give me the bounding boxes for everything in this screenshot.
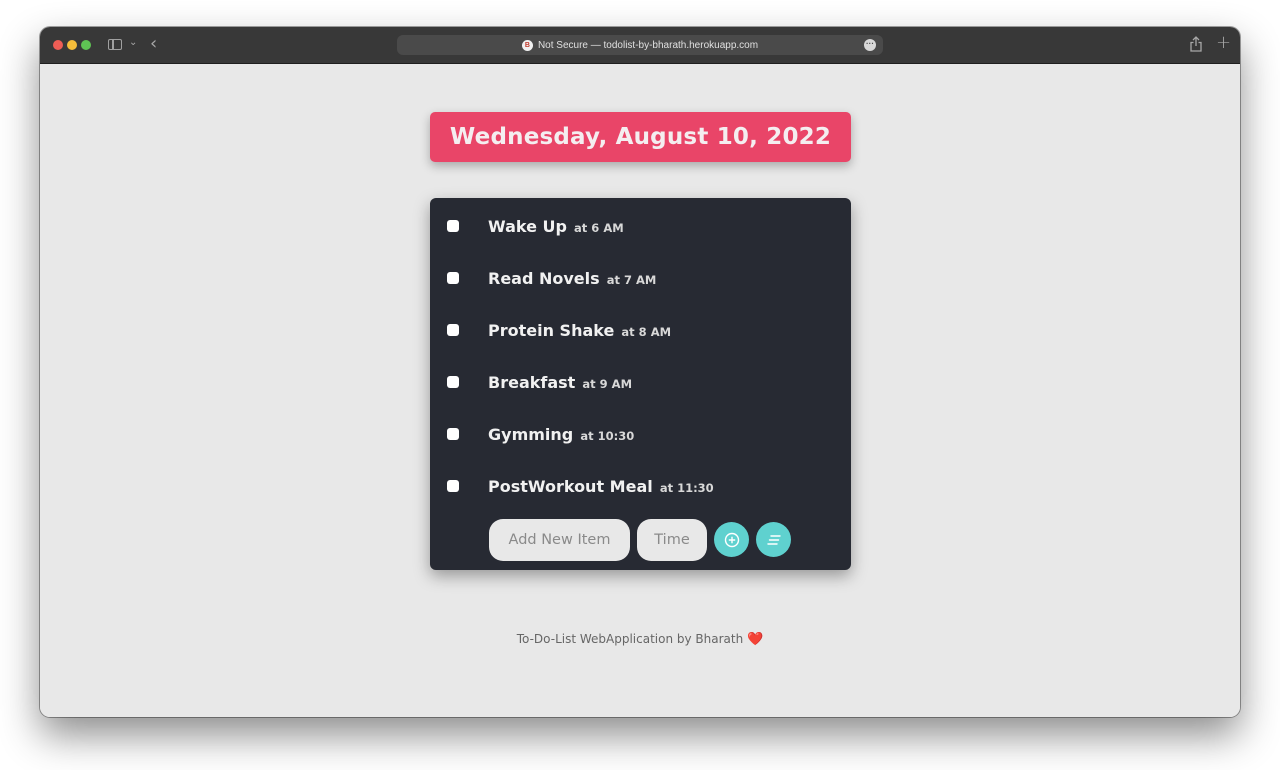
new-item-input[interactable] (489, 519, 630, 561)
todo-item-time: at 11:30 (659, 480, 714, 495)
todo-item-name: Breakfast (488, 372, 576, 392)
todo-checkbox[interactable] (447, 428, 459, 440)
todo-item: Breakfast at 9 AM (430, 367, 851, 397)
todo-item-time: at 9 AM (582, 376, 633, 391)
time-input[interactable] (637, 519, 707, 561)
minimize-window-button[interactable] (67, 40, 77, 50)
address-text: Not Secure — todolist-by-bharath.herokua… (537, 39, 759, 51)
chevron-down-icon[interactable]: ⌄ (129, 37, 137, 48)
todo-list-card: Wake Up at 6 AM Read Novels at 7 AM Prot… (430, 198, 851, 570)
todo-item-name: Wake Up (488, 216, 567, 236)
todo-item-name: Read Novels (488, 268, 600, 288)
ellipsis-circle-icon[interactable]: ··· (864, 39, 876, 51)
page-content: Wednesday, August 10, 2022 Wake Up at 6 … (40, 64, 1240, 717)
todo-item-name: Protein Shake (488, 320, 615, 340)
sidebar-icon[interactable] (108, 39, 122, 50)
address-bar[interactable]: B Not Secure — todolist-by-bharath.herok… (397, 35, 883, 55)
share-icon[interactable] (1190, 36, 1202, 54)
brave-lion-icon[interactable]: B (521, 39, 533, 51)
todo-item-name: PostWorkout Meal (488, 476, 653, 496)
zoom-window-button[interactable] (81, 40, 91, 50)
todo-checkbox[interactable] (447, 480, 459, 492)
todo-item-time: at 8 AM (621, 324, 672, 339)
todo-checkbox[interactable] (447, 376, 459, 388)
todo-item-time: at 7 AM (606, 272, 657, 287)
todo-item-time: at 6 AM (574, 220, 624, 235)
new-tab-plus-icon[interactable]: + (1216, 32, 1231, 53)
footer-text: To-Do-List WebApplication by Bharath (516, 632, 744, 646)
todo-item: Protein Shake at 8 AM (430, 315, 851, 345)
footer: To-Do-List WebApplication by Bharath ❤️ (40, 632, 1240, 647)
browser-toolbar: ⌄ ‹ B Not Secure — todolist-by-bharath.h… (40, 27, 1240, 64)
back-chevron-icon[interactable]: ‹ (150, 33, 157, 54)
close-window-button[interactable] (53, 40, 63, 50)
todo-item: Read Novels at 7 AM (430, 263, 851, 293)
sort-button[interactable] (756, 522, 791, 557)
sort-lines-icon (766, 534, 781, 545)
add-item-button[interactable] (714, 522, 749, 557)
plus-circle-icon (724, 532, 739, 547)
todo-item: Wake Up at 6 AM (430, 211, 851, 241)
todo-checkbox[interactable] (447, 220, 459, 232)
todo-item: PostWorkout Meal at 11:30 (430, 471, 851, 501)
heart-icon: ❤️ (747, 632, 764, 647)
todo-item-name: Gymming (488, 424, 574, 444)
browser-window: ⌄ ‹ B Not Secure — todolist-by-bharath.h… (40, 27, 1240, 717)
date-heading: Wednesday, August 10, 2022 (430, 112, 851, 162)
todo-checkbox[interactable] (447, 324, 459, 336)
todo-item: Gymming at 10:30 (430, 419, 851, 449)
todo-checkbox[interactable] (447, 272, 459, 284)
todo-item-time: at 10:30 (580, 428, 635, 443)
